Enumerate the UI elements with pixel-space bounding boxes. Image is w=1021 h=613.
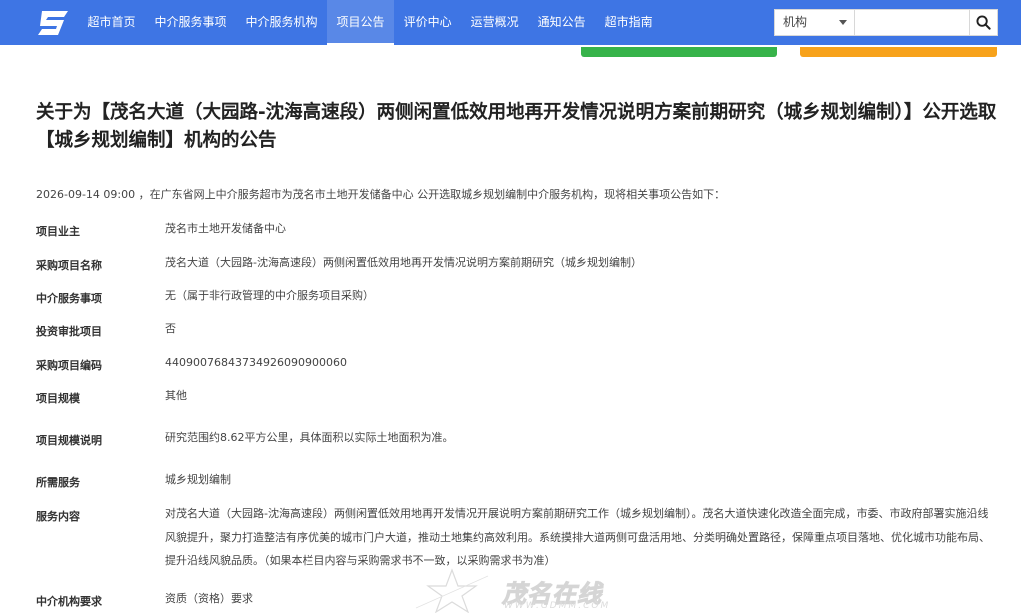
- site-logo-icon[interactable]: [36, 9, 72, 37]
- green-action-button[interactable]: [581, 47, 777, 57]
- detail-label: 项目规模说明: [36, 434, 102, 447]
- orange-action-button[interactable]: [800, 47, 997, 57]
- detail-label: 所需服务: [36, 476, 80, 489]
- notice-intro: 2026-09-14 09:00 ，在广东省网上中介服务超市为茂名市土地开发储备…: [36, 188, 726, 201]
- search-button[interactable]: [969, 9, 998, 36]
- detail-value: 否: [165, 322, 176, 335]
- detail-label: 中介服务事项: [36, 292, 102, 305]
- detail-value: 其他: [165, 389, 187, 402]
- chevron-down-icon: [839, 20, 847, 25]
- detail-label: 服务内容: [36, 510, 80, 523]
- detail-value: 研究范围约8.62平方公里，具体面积以实际土地面积为准。: [165, 431, 454, 444]
- detail-label: 投资审批项目: [36, 325, 102, 338]
- watermark-url: WWW.GDMM.COM: [504, 601, 611, 611]
- nav-item-service-matters[interactable]: 中介服务事项: [145, 0, 236, 45]
- top-navigation-bar: 超市首页 中介服务事项 中介服务机构 项目公告 评价中心 运营概况 通知公告 超…: [0, 0, 1021, 45]
- detail-value: 44090076843734926090900060: [165, 356, 347, 369]
- detail-label: 中介机构要求: [36, 595, 102, 608]
- notice-title: 关于为【茂名大道（大园路-沈海高速段）两侧闲置低效用地再开发情况说明方案前期研究…: [36, 102, 997, 151]
- detail-value: 对茂名大道（大园路-沈海高速段）两侧闲置低效用地再开发情况开展说明方案前期研究工…: [165, 507, 990, 567]
- watermark-star-icon: [415, 568, 489, 613]
- detail-label: 项目业主: [36, 225, 80, 238]
- nav-item-guide[interactable]: 超市指南: [595, 0, 662, 45]
- nav-item-evaluation-center[interactable]: 评价中心: [394, 0, 461, 45]
- nav-item-operations-overview[interactable]: 运营概况: [461, 0, 528, 45]
- detail-value: 城乡规划编制: [165, 473, 231, 486]
- detail-label: 采购项目编码: [36, 359, 102, 372]
- nav-item-project-notices[interactable]: 项目公告: [327, 0, 395, 45]
- search-input[interactable]: [854, 9, 970, 36]
- detail-value: 无（属于非行政管理的中介服务项目采购）: [165, 289, 374, 302]
- nav-item-announcements[interactable]: 通知公告: [528, 0, 595, 45]
- search-category-select[interactable]: 机构: [774, 9, 854, 36]
- nav-item-home[interactable]: 超市首页: [78, 0, 145, 45]
- detail-label: 项目规模: [36, 392, 80, 405]
- main-nav: 超市首页 中介服务事项 中介服务机构 项目公告 评价中心 运营概况 通知公告 超…: [78, 0, 662, 45]
- search-icon: [976, 15, 991, 30]
- search-category-value: 机构: [783, 15, 808, 29]
- site-watermark: 茂名在线 WWW.GDMM.COM: [412, 568, 632, 613]
- detail-value: 茂名市土地开发储备中心: [165, 222, 286, 235]
- detail-label: 采购项目名称: [36, 259, 102, 272]
- nav-item-service-agencies[interactable]: 中介服务机构: [236, 0, 327, 45]
- detail-value: 茂名大道（大园路-沈海高速段）两侧闲置低效用地再开发情况说明方案前期研究（城乡规…: [165, 256, 642, 269]
